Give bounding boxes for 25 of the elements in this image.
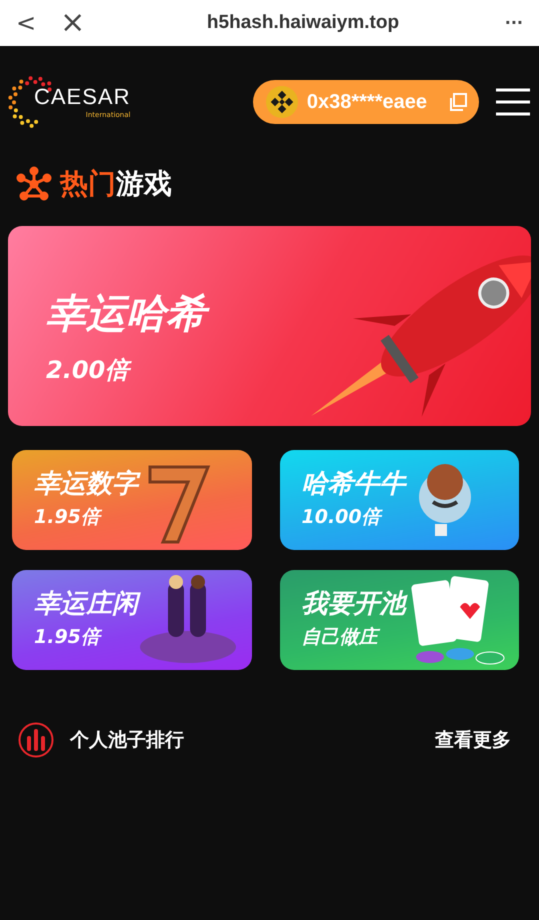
copy-icon <box>449 93 467 111</box>
game-title: 我要开池 <box>302 590 406 619</box>
game-odds: 1.95倍 <box>34 622 138 652</box>
bar-chart-icon <box>18 722 54 758</box>
network-icon <box>16 166 52 202</box>
ranking-title: 个人池子排行 <box>70 728 184 753</box>
section-title: 游戏 <box>116 166 172 202</box>
diamond-coin-icon <box>264 85 299 119</box>
featured-game-card[interactable]: 幸运哈希 2.00倍 <box>8 226 531 426</box>
game-title: 哈希牛牛 <box>302 470 406 499</box>
section-title-accent: 热门 <box>60 166 116 202</box>
game-card[interactable]: 幸运数字 1.95倍 <box>12 450 252 550</box>
game-card[interactable]: 我要开池 自己做庄 <box>280 570 519 670</box>
menu-icon[interactable] <box>495 87 531 117</box>
game-card[interactable]: 幸运庄闲 1.95倍 <box>12 570 252 670</box>
game-odds: 1.95倍 <box>34 502 138 532</box>
back-button[interactable]: < <box>16 11 36 35</box>
more-button[interactable]: ··· <box>504 15 523 31</box>
close-button[interactable]: × <box>60 8 86 38</box>
logo-text: CAESAR <box>34 86 130 108</box>
game-odds: 10.00倍 <box>302 504 384 530</box>
view-more-link[interactable]: 查看更多 <box>435 726 511 754</box>
game-odds: 2.00倍 <box>46 352 206 388</box>
url-text: h5hash.haiwaiym.top <box>206 10 400 35</box>
game-odds: 自己做庄 <box>302 622 406 652</box>
